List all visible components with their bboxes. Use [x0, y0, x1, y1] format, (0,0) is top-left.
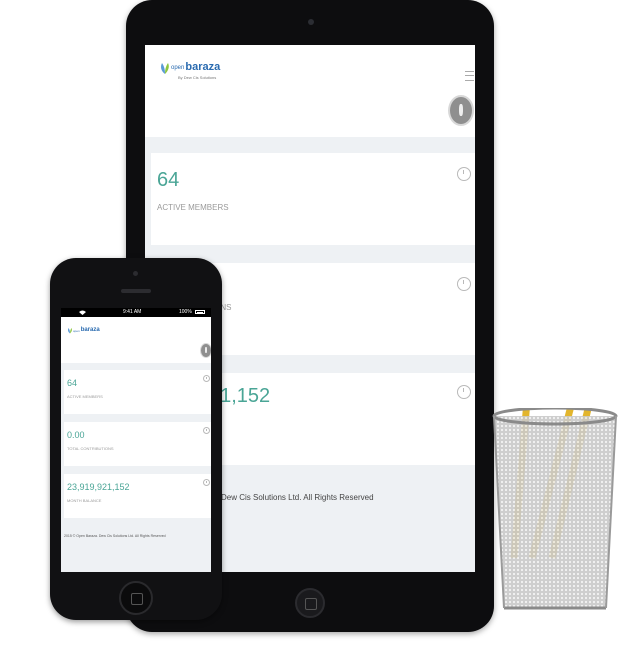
phone-card-active-members: 64 ACTIVE MEMBERS: [64, 370, 211, 414]
tablet-footer: Dew Cis Solutions Ltd. All Rights Reserv…: [221, 493, 374, 502]
phone-card-balance: 23,919,921,152 MONTH BALANCE: [64, 474, 211, 518]
logo-lead-text: open: [73, 329, 80, 333]
clock-icon: [203, 427, 210, 434]
hamburger-icon[interactable]: [465, 71, 474, 81]
logo-main-text: baraza: [80, 327, 100, 333]
card-value: 0.00: [67, 430, 85, 440]
tablet-camera: [308, 19, 314, 25]
home-button-icon[interactable]: [119, 581, 153, 615]
phone-footer: 2015 © Open Baraza. Dew Cis Solutions Lt…: [64, 534, 166, 538]
app-logo[interactable]: open baraza By Dew Cis Solutions: [159, 61, 221, 80]
logo-leaf-icon: [161, 63, 169, 74]
card-label: MONTH BALANCE: [67, 498, 102, 503]
clock-icon: [203, 375, 210, 382]
clock-icon: [457, 385, 471, 399]
app-logo[interactable]: open baraza: [67, 327, 100, 334]
wifi-icon: [79, 310, 86, 315]
card-label: ACTIVE MEMBERS: [157, 203, 229, 212]
card-label: ACTIVE MEMBERS: [67, 394, 103, 399]
battery-icon: [195, 310, 205, 314]
phone-device: 9:41 AM 100% open baraza 64 ACTIVE MEMBE…: [50, 258, 222, 620]
card-label: TOTAL CONTRIBUTIONS: [67, 446, 114, 451]
logo-lead-text: open: [171, 65, 185, 71]
phone-header: open baraza: [61, 317, 211, 363]
status-time: 9:41 AM: [123, 309, 142, 315]
phone-card-contributions: 0.00 TOTAL CONTRIBUTIONS: [64, 422, 211, 466]
status-bar: 9:41 AM 100%: [61, 308, 211, 317]
phone-camera: [133, 271, 138, 276]
tablet-card-active-members: 64 ACTIVE MEMBERS: [151, 153, 475, 245]
tablet-header: open baraza By Dew Cis Solutions: [145, 45, 475, 137]
pencil-cup-image: [492, 408, 618, 610]
phone-screen: 9:41 AM 100% open baraza 64 ACTIVE MEMBE…: [61, 308, 211, 572]
home-button-icon[interactable]: [295, 588, 325, 618]
logo-main-text: baraza: [185, 61, 221, 73]
clock-icon: [457, 167, 471, 181]
status-battery-text: 100%: [179, 309, 192, 315]
card-value: 64: [67, 378, 78, 388]
clock-icon: [457, 277, 471, 291]
card-value: 64: [157, 169, 180, 191]
user-avatar-icon[interactable]: [200, 343, 211, 358]
clock-icon: [203, 479, 210, 486]
logo-tagline: By Dew Cis Solutions: [178, 75, 217, 80]
phone-speaker: [121, 289, 151, 293]
user-avatar-icon[interactable]: [448, 95, 474, 126]
card-value: 23,919,921,152: [67, 482, 130, 492]
